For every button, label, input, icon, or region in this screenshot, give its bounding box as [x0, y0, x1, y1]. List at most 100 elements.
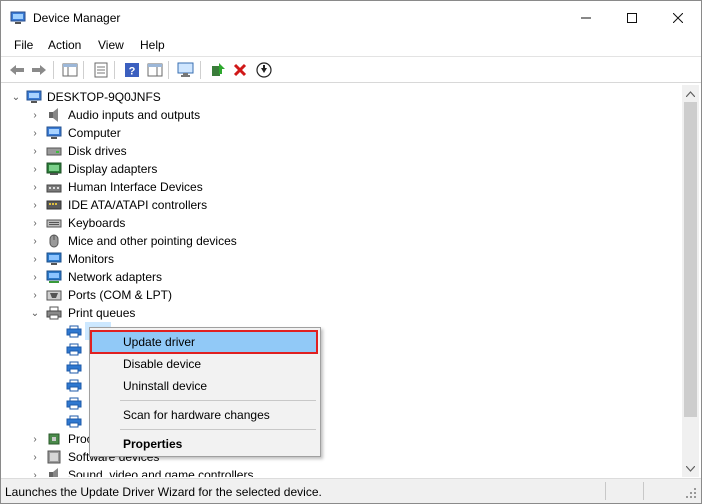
collapse-arrow-icon[interactable]: ⌄ — [30, 307, 40, 319]
menu-item-disable-device[interactable]: Disable device — [92, 353, 318, 375]
toolbar-separator — [200, 61, 201, 79]
menu-help[interactable]: Help — [140, 38, 165, 52]
menu-view[interactable]: View — [98, 38, 124, 52]
expand-arrow-icon[interactable]: › — [30, 145, 40, 157]
expand-arrow-icon[interactable]: › — [30, 469, 40, 478]
menu-item-label: Disable device — [123, 357, 202, 371]
port-icon — [46, 290, 62, 301]
menu-item-scan-hardware[interactable]: Scan for hardware changes — [92, 404, 318, 426]
status-divider — [605, 482, 606, 500]
maximize-button[interactable] — [609, 1, 655, 35]
device-manager-app-icon — [10, 11, 26, 24]
expand-arrow-icon[interactable]: › — [30, 127, 40, 139]
back-button[interactable] — [8, 61, 26, 79]
expand-arrow-icon[interactable]: › — [30, 109, 40, 121]
tree-item-print-queues[interactable]: ⌄ Print queues — [2, 304, 682, 322]
tree-root-row[interactable]: ⌄ DESKTOP-9Q0JNFS — [2, 88, 682, 106]
scan-hardware-icon — [177, 62, 194, 77]
expand-arrow-icon[interactable]: › — [30, 289, 40, 301]
sound-icon — [49, 468, 58, 477]
close-icon — [673, 13, 683, 23]
expand-arrow-icon[interactable]: › — [30, 217, 40, 229]
context-menu: Update driver Disable device Uninstall d… — [89, 327, 321, 457]
tree-item-label: Disk drives — [68, 144, 127, 158]
expand-arrow-icon[interactable]: › — [30, 451, 40, 463]
tree-item-keyboards[interactable]: › Keyboards — [2, 214, 682, 232]
uninstall-icon — [233, 63, 247, 77]
menu-separator — [120, 429, 316, 430]
toolbar-separator — [168, 61, 169, 79]
tree-item-label: Mice and other pointing devices — [68, 234, 237, 248]
action-pane-button[interactable] — [146, 61, 164, 79]
properties-button[interactable] — [92, 61, 110, 79]
forward-icon — [32, 65, 46, 75]
close-button[interactable] — [655, 1, 701, 35]
show-hide-console-tree-button[interactable] — [61, 61, 79, 79]
expand-arrow-icon[interactable]: › — [30, 271, 40, 283]
expand-arrow-icon[interactable]: › — [30, 253, 40, 265]
tree-item-sound-video[interactable]: › Sound, video and game controllers — [2, 466, 682, 477]
tree-item-network-adapters[interactable]: › Network adapters — [2, 268, 682, 286]
svg-text:?: ? — [129, 66, 136, 78]
software-device-icon — [47, 450, 61, 464]
back-icon — [10, 65, 24, 75]
uninstall-device-button[interactable] — [231, 61, 249, 79]
tree-item-label: Print queues — [68, 306, 136, 320]
keyboard-icon — [46, 219, 62, 228]
menu-item-uninstall-device[interactable]: Uninstall device — [92, 375, 318, 397]
computer-icon — [46, 126, 62, 139]
device-manager-window: Device Manager File Action View Help ? ⌄… — [0, 0, 702, 504]
tree-item-ide-ata[interactable]: › IDE ATA/ATAPI controllers — [2, 196, 682, 214]
update-driver-icon — [212, 63, 225, 76]
tree-item-mice[interactable]: › Mice and other pointing devices — [2, 232, 682, 250]
help-button[interactable]: ? — [123, 61, 141, 79]
menu-action[interactable]: Action — [48, 38, 81, 52]
expand-arrow-icon[interactable]: › — [30, 433, 40, 445]
tree-item-label: Ports (COM & LPT) — [68, 288, 173, 302]
expand-arrow-icon[interactable]: › — [30, 163, 40, 175]
minimize-icon — [581, 17, 591, 19]
tree-item-ports[interactable]: › Ports (COM & LPT) — [2, 286, 682, 304]
resize-grip-icon[interactable] — [685, 487, 697, 499]
menu-separator — [120, 400, 316, 401]
mouse-icon — [49, 234, 59, 248]
menu-item-label: Properties — [123, 437, 183, 451]
tree-item-audio[interactable]: › Audio inputs and outputs — [2, 106, 682, 124]
tree-item-display-adapters[interactable]: › Display adapters — [2, 160, 682, 178]
tree-item-hid[interactable]: › Human Interface Devices — [2, 178, 682, 196]
menu-file[interactable]: File — [14, 38, 33, 52]
expand-arrow-icon[interactable]: › — [30, 235, 40, 247]
tree-item-monitors[interactable]: › Monitors — [2, 250, 682, 268]
action-pane-icon — [147, 63, 163, 77]
printer-icon — [66, 325, 82, 338]
vertical-scrollbar[interactable] — [682, 85, 699, 477]
collapse-arrow-icon[interactable]: ⌄ — [11, 91, 21, 103]
update-driver-button[interactable] — [209, 61, 227, 79]
printer-icon — [66, 397, 82, 410]
display-adapter-icon — [46, 162, 62, 175]
computer-icon — [26, 90, 42, 103]
tree-item-label: Keyboards — [68, 216, 126, 230]
forward-button[interactable] — [30, 61, 48, 79]
hid-icon — [46, 184, 62, 193]
menu-item-label: Uninstall device — [123, 379, 208, 393]
tree-item-computer[interactable]: › Computer — [2, 124, 682, 142]
scroll-down-button[interactable] — [682, 460, 699, 477]
scan-hardware-button[interactable] — [177, 61, 195, 79]
tree-item-label: Network adapters — [68, 270, 163, 284]
tree-item-disk-drives[interactable]: › Disk drives — [2, 142, 682, 160]
disable-device-icon — [256, 62, 272, 78]
minimize-button[interactable] — [563, 1, 609, 35]
toolbar-separator — [83, 61, 84, 79]
tree-item-label: Computer — [68, 126, 121, 140]
expand-arrow-icon[interactable]: › — [30, 199, 40, 211]
scroll-up-button[interactable] — [682, 85, 699, 102]
console-tree-icon — [62, 63, 78, 77]
scroll-thumb[interactable] — [684, 102, 697, 417]
printer-icon — [66, 415, 82, 428]
disable-device-button[interactable] — [255, 61, 273, 79]
tree-item-label: IDE ATA/ATAPI controllers — [68, 198, 208, 212]
expand-arrow-icon[interactable]: › — [30, 181, 40, 193]
menu-item-properties[interactable]: Properties — [92, 433, 318, 455]
status-text: Launches the Update Driver Wizard for th… — [5, 485, 322, 499]
